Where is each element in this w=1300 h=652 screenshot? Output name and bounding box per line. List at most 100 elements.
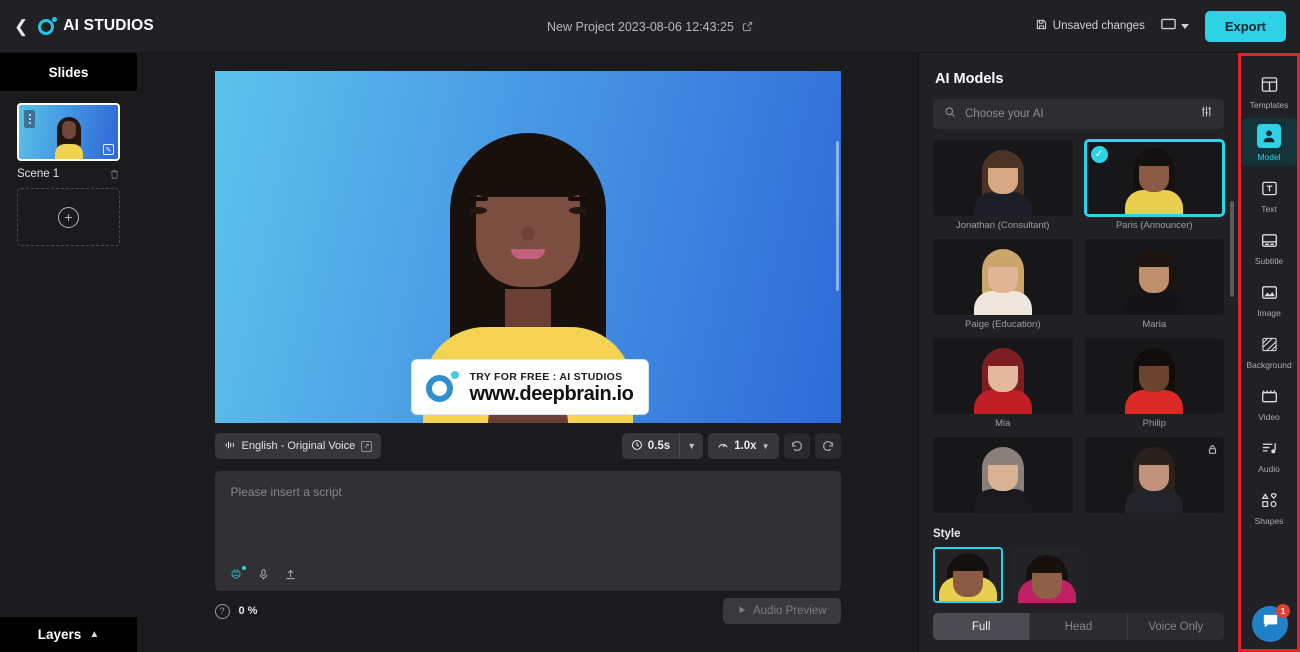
chat-unread-badge: 1 [1276, 604, 1290, 618]
view-mode-segmented: Full Head Voice Only [933, 613, 1224, 640]
speed-control[interactable]: 1.0x ▼ [708, 433, 779, 459]
rail-item-label: Audio [1258, 464, 1280, 474]
rail-item-model[interactable]: Model [1241, 118, 1297, 166]
model-name: Mia [995, 418, 1011, 429]
rail-item-shapes[interactable]: Shapes [1241, 482, 1297, 530]
rail-item-label: Video [1258, 412, 1280, 422]
watermark-url: www.deepbrain.io [469, 382, 634, 405]
model-thumbnail [933, 140, 1073, 216]
sliders-filter-icon[interactable] [1200, 105, 1213, 123]
voice-wave-icon [224, 439, 236, 454]
app-body: Slides ✎ Scene 1 + Layers ▲ TRY FOR FREE… [0, 53, 1300, 652]
script-input[interactable]: Please insert a script [214, 471, 841, 591]
audio-preview-button[interactable]: Audio Preview [722, 598, 841, 624]
rail-item-label: Shapes [1254, 516, 1284, 526]
templates-icon [1257, 72, 1281, 96]
models-grid: Jonathan (Consultant) ✓ Paris (Announcer) P… [919, 129, 1238, 522]
layers-toggle[interactable]: Layers ▲ [0, 617, 137, 652]
edit-square-icon[interactable]: ✎ [103, 144, 114, 155]
audio-preview-label: Audio Preview [752, 605, 827, 617]
model-thumbnail [933, 338, 1073, 414]
style-title: Style [933, 528, 961, 540]
ai-studios-logo-icon [38, 16, 58, 36]
header-right: Unsaved changes Export [1036, 10, 1300, 42]
trash-icon[interactable] [109, 169, 120, 180]
video-toolbar-right: 0.5s ▼ 1.0x ▼ [621, 433, 841, 459]
model-person-icon [1257, 124, 1281, 148]
rail-item-label: Templates [1249, 100, 1289, 110]
model-card[interactable]: Maria [1084, 239, 1224, 330]
model-card[interactable]: Paige (Education) [933, 239, 1073, 330]
image-icon [1257, 280, 1281, 304]
slides-panel-title: Slides [0, 53, 137, 91]
rail-item-subtitle[interactable]: Subtitle [1241, 222, 1297, 270]
rail-item-audio[interactable]: Audio [1241, 430, 1297, 478]
chevron-down-icon[interactable]: ▼ [679, 433, 703, 459]
add-slide-button[interactable]: + [17, 188, 120, 246]
header-left: ❮ AI STUDIOS [0, 16, 300, 36]
export-button[interactable]: Export [1204, 10, 1286, 42]
video-canvas[interactable]: TRY FOR FREE : AI STUDIOS www.deepbrain.… [214, 71, 841, 423]
model-name: Paris (Announcer) [1115, 220, 1193, 231]
watermark-tagline: TRY FOR FREE : AI STUDIOS [469, 370, 623, 383]
redo-icon[interactable] [814, 433, 841, 459]
script-tools [229, 566, 297, 581]
rail-item-label: Image [1257, 308, 1281, 318]
search-input[interactable]: Choose your AI [933, 99, 1224, 129]
page-title: New Project 2023-08-06 12:43:25 [547, 19, 734, 34]
background-pattern-icon [1257, 332, 1281, 356]
model-card[interactable]: Jonathan (Consultant) [933, 140, 1073, 231]
style-section: Style [919, 522, 1238, 603]
external-link-icon[interactable]: ↗ [361, 440, 373, 452]
undo-icon[interactable] [783, 433, 810, 459]
rail-item-image[interactable]: Image [1241, 274, 1297, 322]
rail-item-background[interactable]: Background [1241, 326, 1297, 374]
watermark-banner: TRY FOR FREE : AI STUDIOS www.deepbrain.… [410, 359, 649, 415]
kebab-menu-icon[interactable] [24, 110, 35, 128]
canvas-scrollbar[interactable] [835, 141, 839, 291]
microphone-icon[interactable] [257, 568, 270, 581]
segment-full[interactable]: Full [933, 613, 1030, 640]
model-card[interactable] [933, 437, 1073, 517]
segment-voice-only[interactable]: Voice Only [1126, 613, 1224, 640]
rail-item-label: Background [1246, 360, 1292, 370]
rail-item-text[interactable]: Text [1241, 170, 1297, 218]
rail-item-templates[interactable]: Templates [1241, 66, 1297, 114]
play-icon [737, 605, 747, 618]
rail-item-video[interactable]: Video [1241, 378, 1297, 426]
style-thumbnails [933, 547, 1224, 603]
video-toolbar: English - Original Voice ↗ 0.5s ▼ 1.0x ▼ [214, 429, 841, 463]
clock-icon [631, 439, 643, 454]
ai-assist-icon[interactable] [229, 566, 246, 581]
model-card[interactable]: Mia [933, 338, 1073, 429]
segment-head[interactable]: Head [1029, 613, 1126, 640]
chat-support-button[interactable]: 1 [1252, 604, 1290, 642]
style-thumbnail[interactable] [1012, 547, 1082, 603]
voice-selector[interactable]: English - Original Voice ↗ [214, 433, 382, 459]
aspect-ratio-dropdown[interactable] [1160, 17, 1189, 35]
character-percent: 0 % [238, 605, 258, 617]
style-thumbnail[interactable] [933, 547, 1003, 603]
text-t-icon [1257, 176, 1281, 200]
panel-title: AI Models [935, 71, 1004, 87]
chevron-left-icon[interactable]: ❮ [14, 18, 28, 35]
plus-circle-icon: + [58, 206, 79, 228]
video-clapper-icon [1257, 384, 1281, 408]
models-scrollbar[interactable] [1230, 201, 1234, 297]
rail-item-label: Model [1257, 152, 1281, 162]
model-name: Jonathan (Consultant) [956, 220, 1050, 231]
model-card[interactable]: Philip [1084, 338, 1224, 429]
model-card[interactable]: ✓ Paris (Announcer) [1084, 140, 1224, 231]
question-mark-icon[interactable]: ? [214, 603, 230, 619]
model-card[interactable] [1084, 437, 1224, 517]
pause-duration-control[interactable]: 0.5s ▼ [621, 433, 704, 459]
external-link-icon[interactable] [742, 21, 753, 32]
slide-thumbnail-1[interactable]: ✎ [17, 103, 120, 161]
chevron-down-icon: ▼ [761, 441, 770, 451]
app-header: ❮ AI STUDIOS New Project 2023-08-06 12:4… [0, 0, 1300, 53]
ai-studios-editor: ❮ AI STUDIOS New Project 2023-08-06 12:4… [0, 0, 1300, 652]
upload-icon[interactable] [284, 568, 297, 581]
brand-logo[interactable]: AI STUDIOS [38, 16, 154, 36]
rail-item-label: Text [1261, 204, 1277, 214]
editor-area: TRY FOR FREE : AI STUDIOS www.deepbrain.… [137, 53, 918, 652]
